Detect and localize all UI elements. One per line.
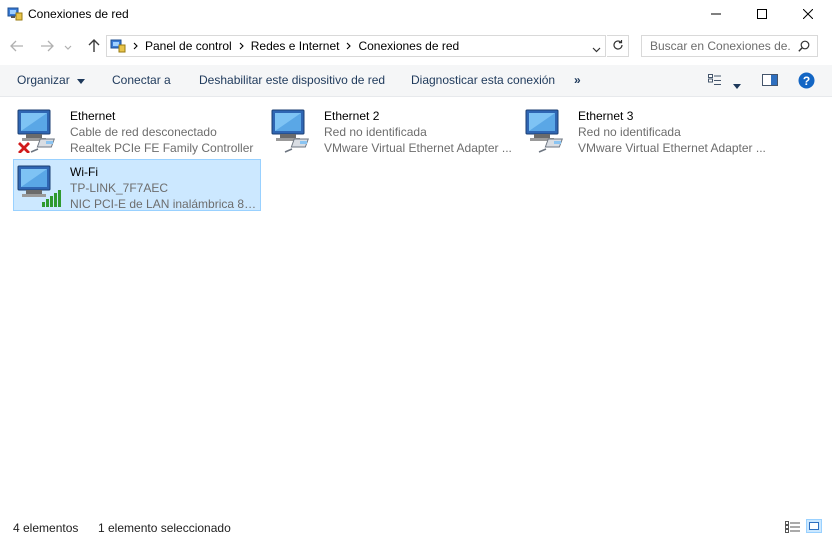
connection-status: Red no identificada xyxy=(324,125,427,139)
breadcrumb-network-connections[interactable]: Conexiones de red xyxy=(358,39,459,53)
organize-label: Organizar xyxy=(17,73,70,87)
ethernet-icon xyxy=(525,107,571,153)
details-view-icon xyxy=(785,521,801,536)
connection-status: TP-LINK_7F7AEC xyxy=(70,181,169,195)
large-icons-view-button[interactable] xyxy=(806,519,822,533)
title-bar: Conexiones de red xyxy=(0,0,832,30)
connection-status: Red no identificada xyxy=(578,125,681,139)
connection-adapter: VMware Virtual Ethernet Adapter ... xyxy=(578,141,766,155)
connect-to-button[interactable]: Conectar a xyxy=(112,73,171,87)
connections-view: Ethernet Cable de red desconectado Realt… xyxy=(0,97,832,497)
chevron-right-icon[interactable] xyxy=(346,42,352,50)
refresh-icon xyxy=(612,39,624,54)
change-view-button[interactable] xyxy=(708,74,722,89)
preview-pane-button[interactable] xyxy=(762,74,778,89)
back-button[interactable] xyxy=(7,37,27,57)
chevron-right-icon[interactable] xyxy=(239,42,245,50)
help-button[interactable]: ? xyxy=(798,72,815,92)
connection-name: Wi-Fi xyxy=(70,165,98,179)
forward-button[interactable] xyxy=(37,37,57,57)
help-icon: ? xyxy=(798,72,815,92)
network-connections-icon xyxy=(7,6,23,22)
organize-menu[interactable]: Organizar xyxy=(17,73,86,87)
tiles-view-icon xyxy=(809,519,819,533)
arrow-up-icon xyxy=(88,38,100,56)
connection-tile-wifi[interactable]: Wi-Fi TP-LINK_7F7AEC NIC PCI-E de LAN in… xyxy=(13,159,261,211)
connection-name: Ethernet xyxy=(70,109,116,123)
ethernet-icon xyxy=(271,107,317,153)
connection-adapter: VMware Virtual Ethernet Adapter ... xyxy=(324,141,512,155)
up-button[interactable] xyxy=(84,37,104,57)
maximize-button[interactable] xyxy=(739,0,785,30)
more-commands-button[interactable]: » xyxy=(574,73,581,87)
chevron-right-icon[interactable] xyxy=(133,42,139,50)
search-input[interactable] xyxy=(650,37,790,55)
ethernet-disconnected-icon xyxy=(17,107,63,154)
dropdown-arrow-icon xyxy=(733,78,741,92)
connection-name: Ethernet 2 xyxy=(324,109,380,123)
close-button[interactable] xyxy=(785,0,831,30)
svg-text:?: ? xyxy=(803,74,810,88)
view-options-dropdown[interactable] xyxy=(733,78,741,92)
search-icon xyxy=(798,40,810,55)
diagnose-button[interactable]: Diagnosticar esta conexión xyxy=(411,73,555,87)
dropdown-arrow-icon xyxy=(77,73,86,87)
arrow-right-icon xyxy=(40,40,54,55)
command-bar: Organizar Conectar a Deshabilitar este d… xyxy=(0,65,832,97)
status-bar: 4 elementos 1 elemento seleccionado xyxy=(0,515,832,537)
selection-count: 1 elemento seleccionado xyxy=(98,521,231,535)
disable-device-button[interactable]: Deshabilitar este dispositivo de red xyxy=(199,73,385,87)
chevron-down-icon xyxy=(64,40,72,54)
arrow-left-icon xyxy=(10,40,24,55)
refresh-button[interactable] xyxy=(607,35,629,57)
connection-adapter: Realtek PCIe FE Family Controller xyxy=(70,141,254,155)
item-count: 4 elementos xyxy=(13,521,79,535)
address-bar[interactable]: Panel de control Redes e Internet Conexi… xyxy=(106,35,606,57)
connection-status: Cable de red desconectado xyxy=(70,125,217,139)
connection-tile-ethernet[interactable]: Ethernet Cable de red desconectado Realt… xyxy=(13,103,261,155)
view-details-icon xyxy=(708,74,722,89)
connection-tile-ethernet-2[interactable]: Ethernet 2 Red no identificada VMware Vi… xyxy=(267,103,515,155)
connection-tile-ethernet-3[interactable]: Ethernet 3 Red no identificada VMware Vi… xyxy=(521,103,769,155)
minimize-icon xyxy=(711,8,721,22)
address-history-button[interactable] xyxy=(592,42,601,56)
window-title: Conexiones de red xyxy=(28,7,129,21)
minimize-button[interactable] xyxy=(693,0,739,30)
wifi-icon xyxy=(17,163,63,209)
maximize-icon xyxy=(757,8,767,22)
control-panel-icon xyxy=(110,38,126,54)
preview-pane-icon xyxy=(762,74,778,89)
close-icon xyxy=(802,8,814,22)
connection-adapter: NIC PCI-E de LAN inalámbrica 80... xyxy=(70,197,260,211)
details-view-button[interactable] xyxy=(785,521,801,536)
connection-name: Ethernet 3 xyxy=(578,109,634,123)
breadcrumb-network-internet[interactable]: Redes e Internet xyxy=(251,39,340,53)
breadcrumb-control-panel[interactable]: Panel de control xyxy=(145,39,232,53)
chevron-down-icon xyxy=(592,42,601,56)
recent-locations-button[interactable] xyxy=(61,37,75,57)
search-box[interactable] xyxy=(641,35,818,57)
